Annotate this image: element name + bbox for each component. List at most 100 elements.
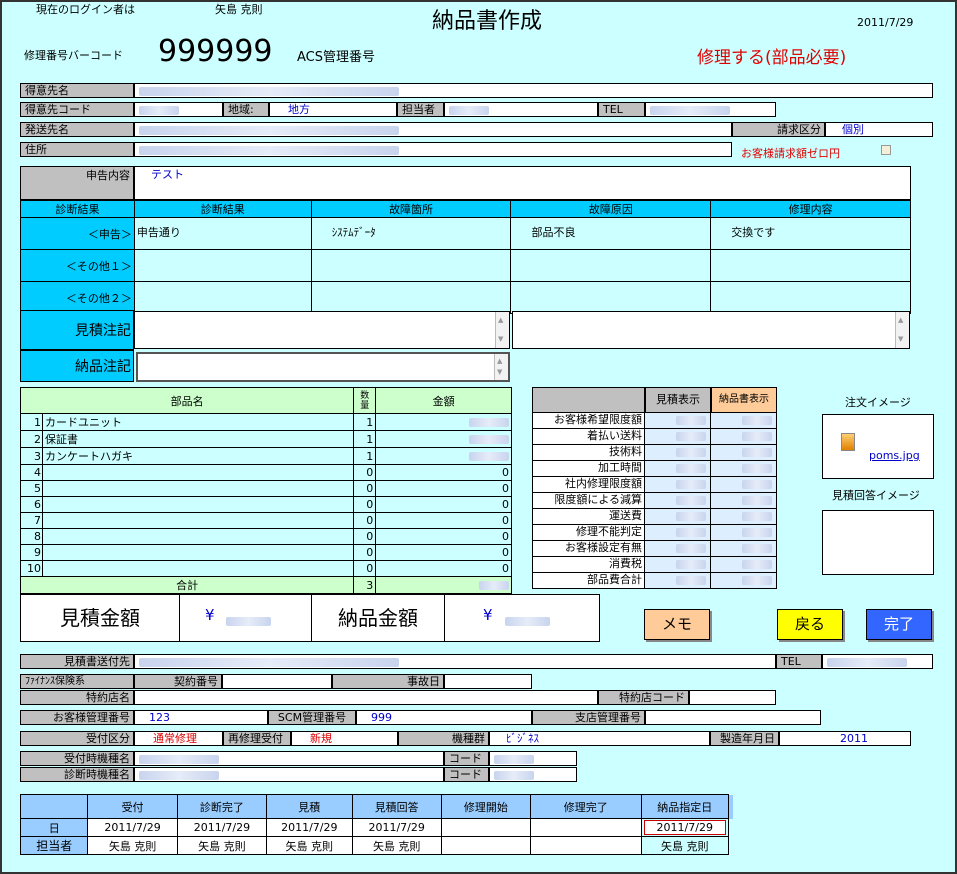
zero-charge-checkbox[interactable] <box>881 145 891 155</box>
parts-qty[interactable]: 0 <box>353 496 377 513</box>
rerepair-field[interactable]: 新規 <box>291 731 398 746</box>
back-button[interactable]: 戻る <box>777 609 843 640</box>
parts-name[interactable]: カンケートハガキ <box>41 447 355 465</box>
parts-name[interactable] <box>41 544 355 561</box>
report-field[interactable]: テスト <box>134 166 911 200</box>
staff-field[interactable] <box>444 102 598 117</box>
customer-name-field[interactable] <box>134 83 933 98</box>
lower-tel-field[interactable] <box>822 654 933 669</box>
customer-mgmt-field[interactable]: 123 <box>134 710 268 725</box>
parts-name[interactable] <box>41 512 355 529</box>
parts-qty[interactable]: 0 <box>353 544 377 561</box>
diag-repair-cell[interactable] <box>710 249 911 282</box>
schedule-day-cell[interactable] <box>440 818 531 837</box>
recv-code-field[interactable] <box>489 751 577 766</box>
diag-model-field[interactable] <box>134 767 444 782</box>
parts-amount[interactable] <box>375 430 512 448</box>
estimate-dest-field[interactable] <box>134 654 776 669</box>
model-group-field[interactable]: ﾋﾞｼﾞﾈｽ <box>489 731 710 746</box>
fee-delivery-value[interactable] <box>711 573 777 589</box>
billing-field[interactable]: 個別 <box>825 122 933 137</box>
customer-code-field[interactable] <box>134 102 223 117</box>
fee-estimate-value[interactable] <box>645 573 711 589</box>
estimate-display-button[interactable]: 見積表示 <box>645 387 711 413</box>
delivery-date-input[interactable]: 2011/7/29 <box>643 820 726 835</box>
branch-mgmt-field[interactable] <box>645 710 821 725</box>
scm-field[interactable]: 999 <box>356 710 532 725</box>
fee-delivery-value[interactable] <box>711 541 777 557</box>
tel-field[interactable] <box>645 102 776 117</box>
reception-type-field[interactable]: 通常修理 <box>134 731 223 746</box>
parts-qty[interactable]: 0 <box>353 560 377 577</box>
fee-delivery-value[interactable] <box>711 509 777 525</box>
fee-estimate-value[interactable] <box>645 493 711 509</box>
order-image-box[interactable]: poms.jpg <box>822 414 934 479</box>
parts-name[interactable] <box>41 464 355 481</box>
fee-estimate-value[interactable] <box>645 429 711 445</box>
diag-code-field[interactable] <box>489 767 577 782</box>
region-field[interactable]: 地方 <box>269 102 397 117</box>
parts-name[interactable]: 保証書 <box>41 430 355 448</box>
parts-amount[interactable]: 0 <box>375 496 512 513</box>
parts-name[interactable] <box>41 528 355 545</box>
recv-model-field[interactable] <box>134 751 444 766</box>
schedule-day-cell[interactable]: 2011/7/29 <box>176 818 268 837</box>
delivery-note-field[interactable]: ▲ ▼ <box>136 352 510 382</box>
parts-qty[interactable]: 0 <box>353 528 377 545</box>
mfg-date-field[interactable]: 2011 <box>779 731 911 746</box>
diag-location-cell[interactable] <box>310 249 512 282</box>
dealer-name-field[interactable] <box>134 690 598 705</box>
diag-result-cell[interactable] <box>133 249 312 282</box>
accident-date-field[interactable] <box>444 674 532 689</box>
ship-name-field[interactable] <box>134 122 732 137</box>
fee-estimate-value[interactable] <box>645 461 711 477</box>
parts-qty[interactable]: 0 <box>353 464 377 481</box>
schedule-day-cell[interactable] <box>529 818 642 837</box>
memo-button[interactable]: メモ <box>644 609 710 640</box>
fee-delivery-value[interactable] <box>711 557 777 573</box>
diag-cause-cell[interactable]: 部品不良 <box>510 217 712 250</box>
fee-estimate-value[interactable] <box>645 413 711 429</box>
parts-qty[interactable]: 1 <box>353 447 377 465</box>
fee-delivery-value[interactable] <box>711 429 777 445</box>
done-button[interactable]: 完了 <box>866 609 932 640</box>
parts-qty[interactable]: 0 <box>353 512 377 529</box>
order-image-link[interactable]: poms.jpg <box>869 449 920 462</box>
fee-delivery-value[interactable] <box>711 477 777 493</box>
diag-location-cell[interactable] <box>310 281 512 314</box>
parts-amount[interactable]: 0 <box>375 528 512 545</box>
diag-result-cell[interactable] <box>133 281 312 314</box>
schedule-day-cell[interactable]: 2011/7/29 <box>640 818 729 837</box>
parts-name[interactable] <box>41 560 355 577</box>
parts-amount[interactable]: 0 <box>375 464 512 481</box>
fee-estimate-value[interactable] <box>645 525 711 541</box>
diag-cause-cell[interactable] <box>510 281 712 314</box>
fee-estimate-value[interactable] <box>645 509 711 525</box>
parts-qty[interactable]: 1 <box>353 430 377 448</box>
schedule-day-cell[interactable]: 2011/7/29 <box>87 818 178 837</box>
parts-qty[interactable]: 0 <box>353 480 377 497</box>
fee-delivery-value[interactable] <box>711 445 777 461</box>
parts-amount[interactable]: 0 <box>375 512 512 529</box>
contract-field[interactable] <box>222 674 332 689</box>
parts-amount[interactable]: 0 <box>375 480 512 497</box>
fee-estimate-value[interactable] <box>645 541 711 557</box>
address-field[interactable] <box>134 142 732 157</box>
delivery-display-button[interactable]: 納品書表示 <box>711 387 777 413</box>
parts-name[interactable]: カードユニット <box>41 413 355 431</box>
parts-amount[interactable]: 0 <box>375 560 512 577</box>
fee-estimate-value[interactable] <box>645 557 711 573</box>
fee-delivery-value[interactable] <box>711 461 777 477</box>
fee-estimate-value[interactable] <box>645 477 711 493</box>
dealer-code-field[interactable] <box>689 690 776 705</box>
parts-amount[interactable] <box>375 447 512 465</box>
diag-cause-cell[interactable] <box>510 249 712 282</box>
estimate-image-box[interactable] <box>822 510 934 575</box>
fee-estimate-value[interactable] <box>645 445 711 461</box>
diag-location-cell[interactable]: ｼｽﾃﾑﾃﾞｰﾀ <box>310 217 512 250</box>
parts-name[interactable] <box>41 480 355 497</box>
diag-result-cell[interactable]: 申告通り <box>133 217 312 250</box>
diag-repair-cell[interactable] <box>710 281 911 314</box>
fee-delivery-value[interactable] <box>711 525 777 541</box>
fee-delivery-value[interactable] <box>711 413 777 429</box>
